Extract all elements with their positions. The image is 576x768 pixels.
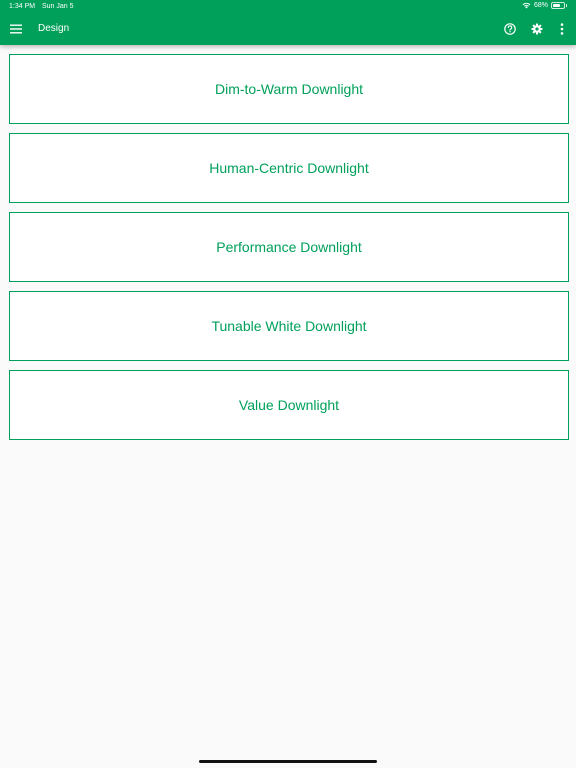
product-card-dim-to-warm[interactable]: Dim-to-Warm Downlight [9, 54, 569, 124]
app-bar: 1:34 PM Sun Jan 5 68% Design [0, 0, 576, 45]
help-button[interactable] [500, 20, 520, 38]
more-button[interactable] [552, 20, 572, 38]
product-label: Human-Centric Downlight [209, 160, 369, 176]
status-date: Sun Jan 5 [42, 3, 74, 10]
status-bar: 1:34 PM Sun Jan 5 68% [0, 0, 576, 14]
product-list: Dim-to-Warm Downlight Human-Centric Down… [9, 54, 569, 449]
battery-percent: 68% [533, 2, 548, 9]
more-vert-icon [560, 23, 564, 35]
status-time: 1:34 PM [9, 3, 36, 10]
product-card-performance[interactable]: Performance Downlight [9, 212, 569, 282]
wifi-icon [522, 2, 531, 9]
battery-level [553, 4, 560, 7]
page-title: Design [38, 23, 70, 34]
home-indicator[interactable] [199, 760, 377, 763]
menu-button[interactable] [6, 20, 26, 38]
product-label: Value Downlight [238, 397, 340, 413]
settings-icon [531, 23, 543, 35]
product-label: Dim-to-Warm Downlight [214, 81, 364, 97]
product-card-human-centric[interactable]: Human-Centric Downlight [9, 133, 569, 203]
status-indicators: 68% [522, 2, 567, 9]
help-icon [504, 23, 516, 35]
product-card-value[interactable]: Value Downlight [9, 370, 569, 440]
product-card-tunable-white[interactable]: Tunable White Downlight [9, 291, 569, 361]
battery-icon [551, 2, 565, 9]
settings-button[interactable] [527, 20, 547, 38]
menu-icon [10, 24, 22, 34]
product-label: Performance Downlight [216, 239, 362, 255]
product-label: Tunable White Downlight [211, 318, 367, 334]
battery-nub [566, 4, 567, 7]
